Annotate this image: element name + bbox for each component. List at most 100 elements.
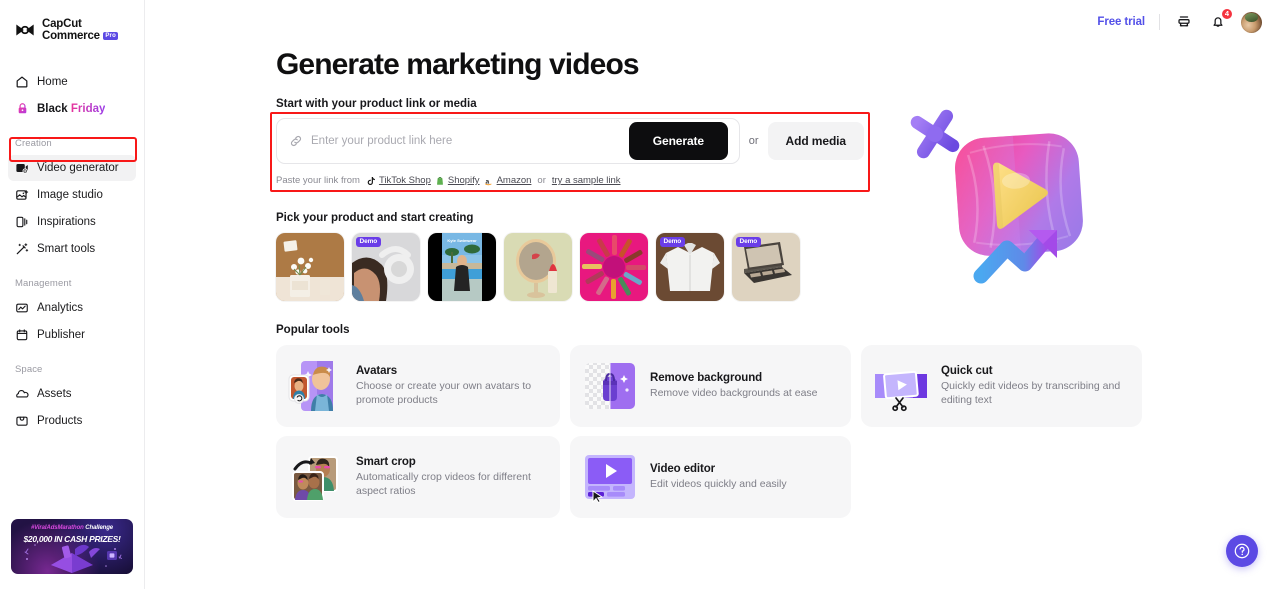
sidebar-nav: Home Black Friday Creation Video generat… bbox=[0, 69, 144, 434]
inspirations-icon bbox=[15, 215, 29, 229]
capcut-logo-icon bbox=[14, 22, 36, 38]
tool-row-1: Avatars Choose or create your own avatar… bbox=[276, 345, 1280, 427]
content-area: Generate marketing videos Start with you… bbox=[145, 44, 1280, 518]
sidebar-item-label-inspirations: Inspirations bbox=[37, 215, 96, 228]
printer-icon[interactable] bbox=[1174, 12, 1194, 32]
sidebar-section-management: Management bbox=[15, 277, 72, 289]
sidebar-item-black-friday[interactable]: Black Friday bbox=[8, 96, 136, 122]
video-editor-icon bbox=[581, 448, 639, 506]
avatars-icon bbox=[287, 357, 345, 415]
sidebar-item-smart-tools[interactable]: Smart tools bbox=[8, 236, 136, 262]
source-tiktok-shop[interactable]: TikTok Shop bbox=[366, 175, 431, 186]
sidebar-item-assets[interactable]: Assets bbox=[8, 381, 136, 407]
demo-badge: Demo bbox=[356, 237, 381, 247]
svg-text:Kyte Swimwear: Kyte Swimwear bbox=[447, 238, 477, 243]
picker-label: Pick your product and start creating bbox=[276, 212, 474, 224]
sidebar-item-inspirations[interactable]: Inspirations bbox=[8, 209, 136, 235]
tool-text-quick-cut: Quick cut Quickly edit videos by transcr… bbox=[941, 365, 1128, 408]
generate-button[interactable]: Generate bbox=[628, 122, 728, 160]
bell-icon[interactable]: 4 bbox=[1208, 8, 1233, 32]
tool-card-smart-crop[interactable]: Smart crop Automatically crop videos for… bbox=[276, 436, 560, 518]
brand-name-line2: Commerce bbox=[42, 30, 100, 43]
product-thumb-woman-poolside[interactable]: Kyte Swimwear bbox=[428, 233, 496, 301]
tool-card-avatars[interactable]: Avatars Choose or create your own avatar… bbox=[276, 345, 560, 427]
sidebar-item-label-smart-tools: Smart tools bbox=[37, 242, 96, 255]
sidebar-item-publisher[interactable]: Publisher bbox=[8, 322, 136, 348]
sidebar-item-home[interactable]: Home bbox=[8, 69, 136, 95]
tool-text-avatars: Avatars Choose or create your own avatar… bbox=[356, 365, 546, 408]
product-thumb-headphones-man[interactable]: Demo bbox=[352, 233, 420, 301]
home-icon bbox=[15, 75, 29, 89]
shopify-icon bbox=[436, 176, 443, 185]
product-thumbnail-list: Demo Kyte Swimwear Demo Demo bbox=[276, 233, 1280, 301]
product-thumb-flowers-vase[interactable] bbox=[276, 233, 344, 301]
or-separator-label: or bbox=[748, 135, 759, 147]
paste-or-label: or bbox=[537, 175, 546, 186]
source-label-tiktok: TikTok Shop bbox=[378, 175, 431, 186]
promo-title: #ViralAdsMarathon Challenge bbox=[11, 525, 133, 531]
thumb-art-poolside: Kyte Swimwear bbox=[428, 233, 496, 301]
source-label-shopify: Shopify bbox=[447, 175, 480, 186]
thumb-art-mirror bbox=[504, 233, 572, 301]
smart-crop-icon bbox=[287, 448, 345, 506]
demo-badge: Demo bbox=[736, 237, 761, 247]
sidebar-item-image-studio[interactable]: Image studio bbox=[8, 182, 136, 208]
product-thumb-lipstick-wheel[interactable] bbox=[580, 233, 648, 301]
tool-card-remove-background[interactable]: Remove background Remove video backgroun… bbox=[570, 345, 851, 427]
demo-badge: Demo bbox=[660, 237, 685, 247]
notification-badge: 4 bbox=[1220, 8, 1233, 20]
products-icon bbox=[15, 414, 29, 428]
tiktok-icon bbox=[367, 176, 375, 185]
link-bar: Generate or Add media bbox=[276, 118, 864, 164]
sidebar-item-label-products: Products bbox=[37, 414, 83, 427]
popular-tools-label: Popular tools bbox=[276, 324, 350, 336]
sidebar-section-space: Space bbox=[15, 363, 43, 375]
tool-card-quick-cut[interactable]: Quick cut Quickly edit videos by transcr… bbox=[861, 345, 1142, 427]
sidebar: CapCut Commerce Pro Home Black Friday Cr… bbox=[0, 0, 145, 589]
sidebar-item-label-analytics: Analytics bbox=[37, 301, 84, 314]
sidebar-section-creation: Creation bbox=[15, 137, 52, 149]
product-thumb-white-shirt[interactable]: Demo bbox=[656, 233, 724, 301]
sidebar-item-analytics[interactable]: Analytics bbox=[8, 295, 136, 321]
source-label-amazon: Amazon bbox=[496, 175, 532, 186]
brand-logo-block[interactable]: CapCut Commerce Pro bbox=[0, 14, 144, 43]
help-question-icon bbox=[1234, 543, 1250, 559]
product-thumb-mirror-lipstick[interactable] bbox=[504, 233, 572, 301]
try-sample-link[interactable]: try a sample link bbox=[552, 175, 621, 186]
topbar-divider bbox=[1159, 14, 1160, 30]
page-title: Generate marketing videos bbox=[276, 48, 640, 81]
remove-background-icon bbox=[581, 357, 639, 415]
free-trial-button[interactable]: Free trial bbox=[1097, 16, 1145, 28]
help-button[interactable] bbox=[1226, 535, 1258, 567]
avatar[interactable] bbox=[1241, 11, 1262, 33]
sparkle-shape bbox=[906, 105, 964, 163]
app-root: CapCut Commerce Pro Home Black Friday Cr… bbox=[0, 0, 1280, 589]
topbar: Free trial 4 bbox=[145, 0, 1280, 44]
image-studio-icon bbox=[15, 188, 29, 202]
promo-hashtag: #ViralAdsMarathon bbox=[30, 525, 84, 531]
source-amazon[interactable]: a Amazon bbox=[484, 175, 532, 186]
promo-banner[interactable]: #ViralAdsMarathon Challenge $20,000 IN C… bbox=[11, 519, 133, 574]
tool-desc-smart-crop: Automatically crop videos for different … bbox=[356, 470, 531, 497]
source-shopify[interactable]: Shopify bbox=[435, 175, 480, 186]
sidebar-item-label-home: Home bbox=[37, 75, 68, 88]
thumb-art-flowers bbox=[276, 233, 344, 301]
thumb-art-lipstick-wheel bbox=[580, 233, 648, 301]
sidebar-item-label-black-friday: Black Friday bbox=[37, 103, 105, 115]
add-media-button[interactable]: Add media bbox=[767, 122, 864, 160]
product-thumb-eyeshadow-palette[interactable]: Demo bbox=[732, 233, 800, 301]
product-picker-section: Pick your product and start creating Dem… bbox=[276, 212, 1280, 301]
tool-row-2: Smart crop Automatically crop videos for… bbox=[276, 436, 1280, 518]
sidebar-item-video-generator[interactable]: Video generator bbox=[8, 154, 136, 181]
paste-sources-row: Paste your link from TikTok Shop Shopify bbox=[276, 175, 864, 186]
sidebar-item-products[interactable]: Products bbox=[8, 408, 136, 434]
tool-text-video-editor: Video editor Edit videos quickly and eas… bbox=[650, 463, 787, 492]
promo-challenge-word: Challenge bbox=[83, 525, 114, 531]
tool-card-video-editor[interactable]: Video editor Edit videos quickly and eas… bbox=[570, 436, 851, 518]
sidebar-item-label-assets: Assets bbox=[37, 387, 72, 400]
link-input-section: Generate or Add media Paste your link fr… bbox=[270, 112, 870, 192]
assets-cloud-icon bbox=[15, 387, 29, 401]
video-generator-icon bbox=[15, 161, 29, 175]
sidebar-item-label-image-studio: Image studio bbox=[37, 188, 103, 201]
play-button-3d-illustration bbox=[897, 92, 1097, 307]
